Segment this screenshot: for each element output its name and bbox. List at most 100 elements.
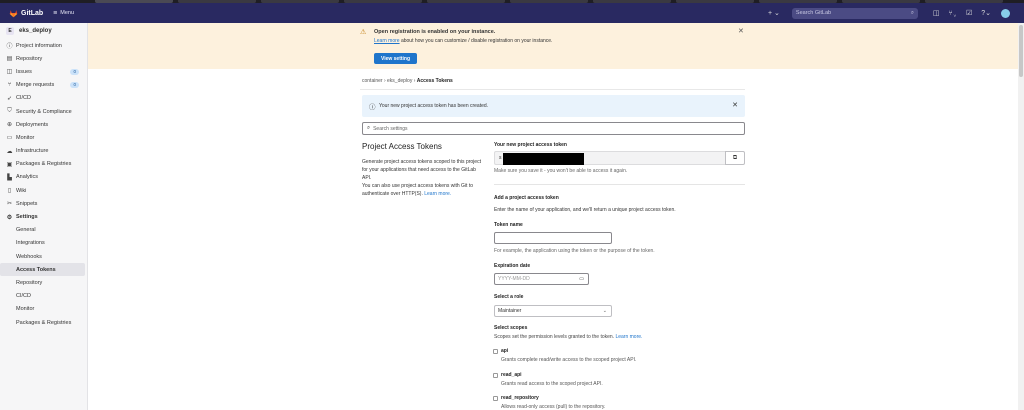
scope-read-api-checkbox[interactable] (493, 373, 498, 378)
cloud-icon: ☁ (6, 148, 13, 155)
issues-icon[interactable]: ◫ (933, 9, 940, 17)
menu-button[interactable]: ≡ Menu (53, 10, 74, 17)
new-token-label: Your new project access token (494, 142, 567, 148)
section-description: Generate project access tokens scoped to… (362, 158, 484, 198)
close-icon[interactable]: ✕ (738, 27, 744, 35)
sidebar-item-label: Merge requests (16, 82, 55, 89)
token-created-alert: ⓘ Your new project access token has been… (362, 95, 745, 117)
sidebar-item-repository[interactable]: ▤ Repository (0, 52, 87, 65)
sidebar-item-label: Analytics (16, 174, 39, 181)
role-select[interactable]: Maintainer ⌄ (494, 305, 612, 317)
scopes-label: Select scopes (494, 325, 528, 331)
top-navbar: GitLab ≡ Menu + ⌄ Search GitLab ⌕ ◫ ⑂⌄ ☑… (0, 3, 1024, 23)
sidebar-item-analytics[interactable]: ▙ Analytics (0, 171, 87, 184)
sidebar-subitem-packages-registries[interactable]: Packages & Registries (0, 316, 87, 329)
sidebar-item-monitor[interactable]: ▭ Monitor (0, 131, 87, 144)
learn-more-link[interactable]: Learn more. (424, 191, 451, 197)
scrollbar-thumb[interactable] (1019, 25, 1023, 77)
section-desc-text: Generate project access tokens scoped to… (362, 159, 481, 181)
expiration-placeholder: YYYY-MM-DD (498, 276, 530, 282)
merge-request-icon[interactable]: ⑂⌄ (949, 10, 957, 17)
scope-description: Grants read access to the scoped project… (501, 381, 603, 387)
add-token-intro: Enter the name of your application, and … (494, 207, 676, 213)
deployments-icon: ⊕ (6, 122, 13, 129)
scope-read-repository-checkbox[interactable] (493, 396, 498, 401)
issues-icon: ◫ (6, 69, 13, 76)
search-settings-input[interactable]: ⌕ Search settings (362, 122, 745, 135)
issues-count-badge: 0 (70, 68, 79, 75)
project-name: eks_deploy (19, 28, 52, 34)
sidebar-item-label: Settings (16, 214, 38, 221)
sidebar-item-ci-cd[interactable]: ➶ CI/CD (0, 92, 87, 105)
search-settings-placeholder: Search settings (373, 125, 408, 132)
sidebar-subitem-general[interactable]: General (0, 224, 87, 237)
calendar-icon: ▭ (579, 276, 584, 282)
sidebar-item-deployments[interactable]: ⊕ Deployments (0, 118, 87, 131)
sidebar-item-merge-requests[interactable]: ⑂ Merge requests 0 (0, 79, 87, 92)
copy-token-button[interactable]: ⧉ (725, 151, 745, 165)
view-setting-button[interactable]: View setting (374, 53, 417, 64)
sidebar-subitem-repository[interactable]: Repository (0, 276, 87, 289)
sidebar-item-wiki[interactable]: ▯ Wiki (0, 184, 87, 197)
wiki-icon: ▯ (7, 188, 12, 195)
new-token-field[interactable]: s (494, 151, 725, 165)
scopes-help-text: Scopes set the permission levels granted… (494, 334, 616, 340)
breadcrumb-separator: › (383, 78, 386, 84)
sidebar-item-label: Project information (16, 42, 62, 49)
sidebar-item-label: Wiki (16, 187, 27, 194)
alert-message: Your new project access token has been c… (379, 103, 489, 109)
banner-title: Open registration is enabled on your ins… (374, 29, 496, 35)
sidebar-subitem-ci-cd[interactable]: CI/CD (0, 290, 87, 303)
package-icon: ▣ (6, 161, 13, 168)
info-icon: ⓘ (369, 104, 376, 111)
banner-learn-more-link[interactable]: Learn more (374, 38, 400, 44)
avatar[interactable] (1001, 8, 1010, 18)
divider (494, 184, 745, 185)
breadcrumb-item-project[interactable]: eks_deploy (387, 78, 412, 84)
sidebar-item-label: Deployments (16, 121, 49, 128)
sidebar-subitem-monitor[interactable]: Monitor (0, 303, 87, 316)
sidebar-item-security-compliance[interactable]: ⛉ Security & Compliance (0, 105, 87, 118)
redacted-token (503, 153, 584, 165)
sidebar-subitem-integrations[interactable]: Integrations (0, 237, 87, 250)
settings-icon: ⚙ (6, 214, 13, 221)
sidebar-subitem-webhooks[interactable]: Webhooks (0, 250, 87, 263)
scope-api-checkbox[interactable] (493, 349, 498, 354)
token-name-input[interactable] (494, 232, 612, 244)
token-name-help: For example, the application using the t… (494, 248, 655, 254)
todo-icon[interactable]: ☑ (966, 9, 972, 17)
banner-description: Learn more about how you can customize /… (374, 38, 552, 44)
project-avatar: E (6, 27, 14, 35)
sidebar-item-label: Snippets (16, 200, 38, 207)
scopes-learn-more-link[interactable]: Learn more. (615, 334, 642, 340)
help-icon[interactable]: ?⌄ (981, 9, 991, 17)
token-prefix: s (499, 155, 502, 161)
gitlab-logo[interactable]: GitLab (9, 9, 43, 18)
registration-banner: ⚠ Open registration is enabled on your i… (88, 23, 1018, 69)
role-label: Select a role (494, 294, 524, 300)
token-name-label: Token name (494, 222, 523, 228)
sidebar-item-issues[interactable]: ◫ Issues 0 (0, 65, 87, 78)
book-icon: ▤ (6, 56, 13, 63)
search-icon: ⌕ (910, 9, 914, 16)
sidebar-subitem-access-tokens[interactable]: Access Tokens (0, 263, 85, 277)
new-dropdown-button[interactable]: + ⌄ (768, 9, 780, 17)
new-token-help: Make sure you save it - you won't be abl… (494, 168, 628, 174)
sidebar-item-infrastructure[interactable]: ☁ Infrastructure (0, 145, 87, 158)
breadcrumb-item-container[interactable]: container (362, 78, 383, 84)
search-input[interactable]: Search GitLab ⌕ (791, 7, 918, 19)
expiration-date-label: Expiration date (494, 263, 531, 269)
info-icon: ⓘ (6, 44, 13, 51)
sidebar-project-header[interactable]: E eks_deploy (0, 23, 87, 39)
sidebar-item-packages-registries[interactable]: ▣ Packages & Registries (0, 158, 87, 171)
page-scrollbar[interactable] (1018, 23, 1024, 410)
sidebar-item-project-information[interactable]: ⓘ Project information (0, 39, 87, 52)
sidebar-item-settings[interactable]: ⚙ Settings (0, 210, 87, 223)
monitor-icon: ▭ (6, 135, 13, 142)
breadcrumb-separator: › (413, 78, 416, 84)
sidebar-item-snippets[interactable]: ✂ Snippets (0, 197, 87, 210)
expiration-date-input[interactable]: YYYY-MM-DD ▭ (494, 273, 589, 285)
merge-requests-count-badge: 0 (70, 82, 79, 89)
divider (360, 89, 745, 90)
close-icon[interactable]: ✕ (732, 101, 738, 109)
